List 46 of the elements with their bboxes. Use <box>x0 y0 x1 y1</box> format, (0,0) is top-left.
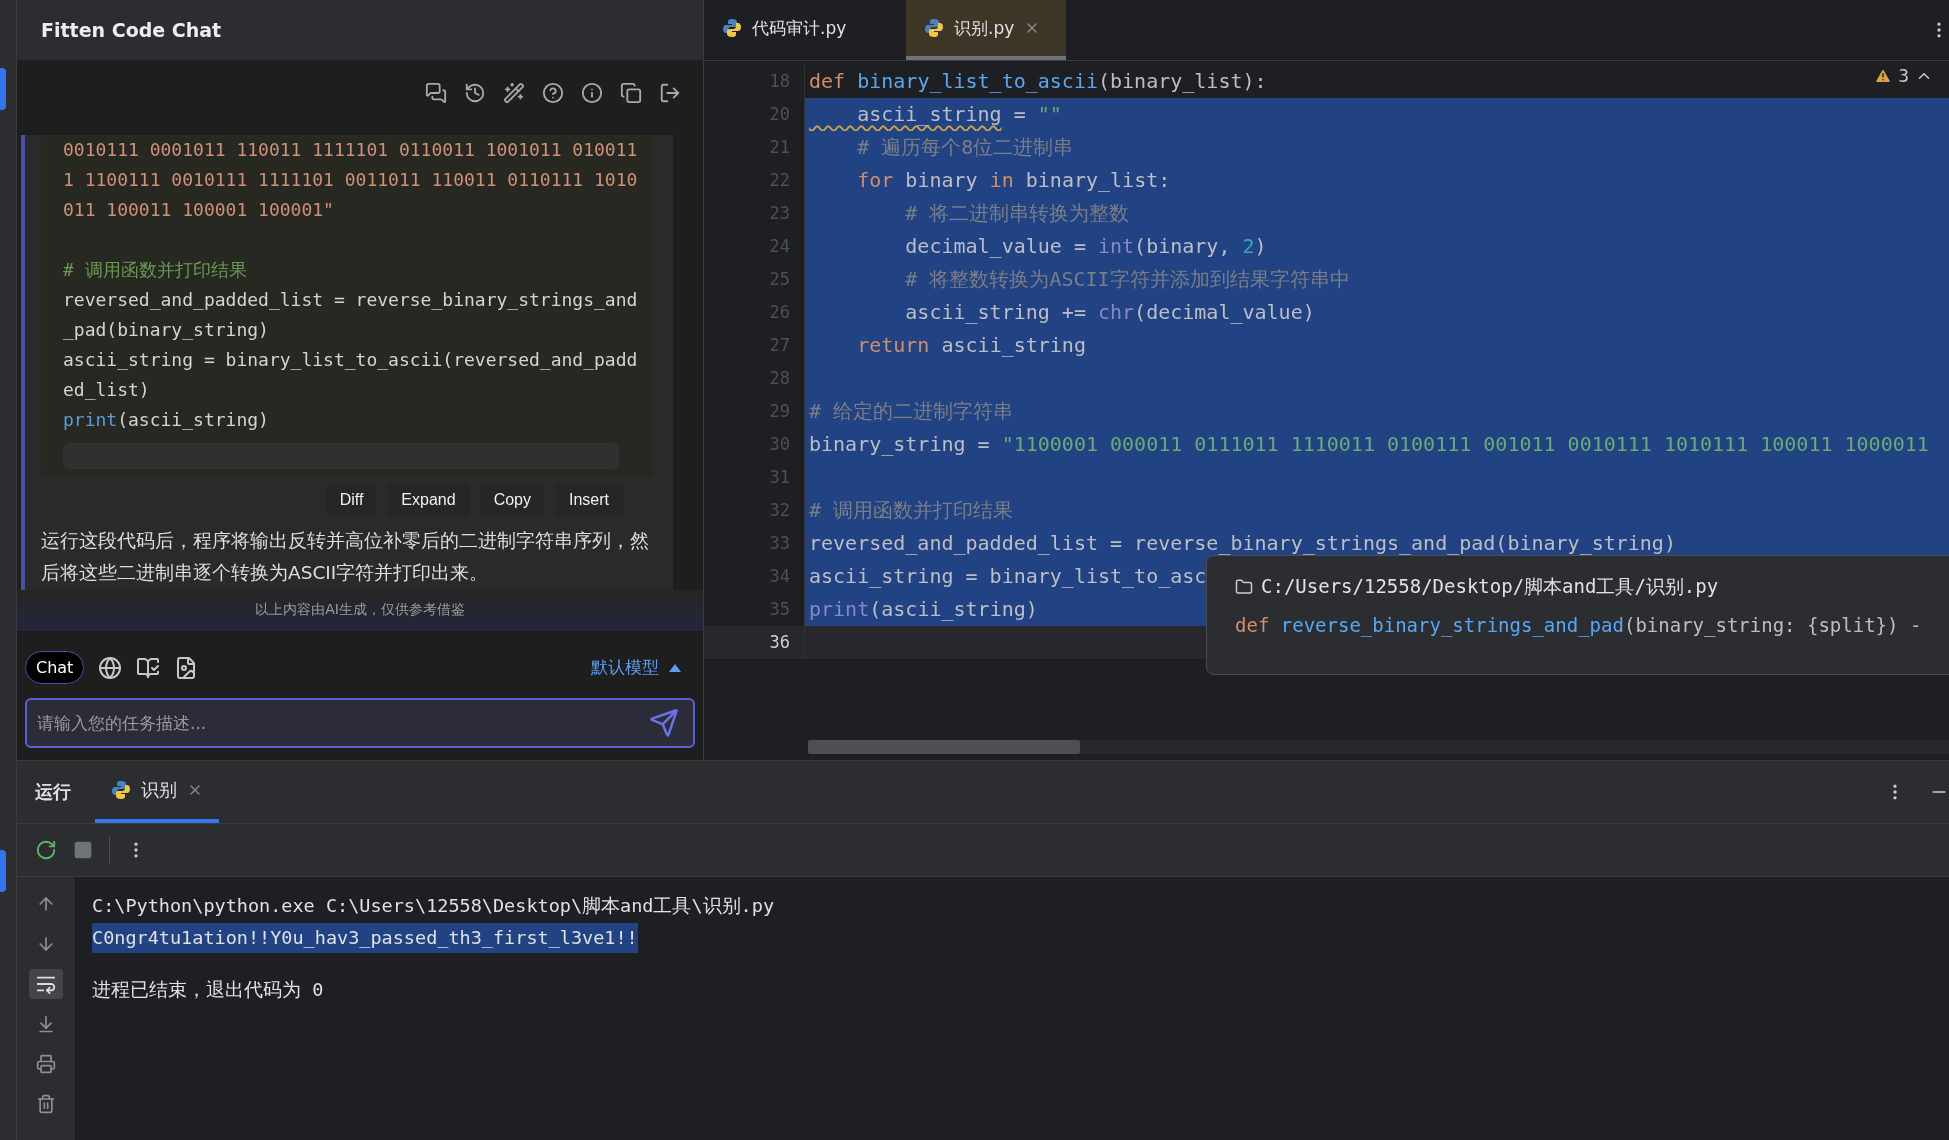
code-line: # 调用函数并打印结果 <box>63 258 248 282</box>
chat-icon[interactable] <box>425 81 447 104</box>
code-line: ascii_string = binary_list_to_ascii(reversed_and_padd <box>63 348 639 372</box>
message-input[interactable]: 请输入您的任务描述... <box>35 712 649 734</box>
action-button[interactable]: Copy <box>479 483 545 517</box>
code-line: print(ascii_string) <box>63 408 270 432</box>
editor-tab[interactable]: 识别.py <box>906 0 1066 60</box>
python-icon <box>111 780 131 800</box>
code-line: ed_list) <box>63 378 151 402</box>
command-line: C:\Python\python.exe C:\Users\12558\Desktop\脚本and工具\识别.py <box>92 894 775 918</box>
input-field[interactable]: 请输入您的任务描述... <box>25 698 695 748</box>
answer-text: 运行这段代码后，程序将输出反转并高位补零后的二进制字符串序列，然后将这些二进制串逐个转换为ASCII字符并打印出来。 <box>41 529 650 585</box>
rerun-icon[interactable] <box>35 839 57 861</box>
soft-wrap-icon[interactable] <box>29 969 63 999</box>
panel-title: Fitten Code Chat <box>41 19 222 41</box>
console-output: C0ngr4tu1ation!!Y0u_hav3_passed_th3_first_l3ve1!! <box>92 923 638 953</box>
action-button[interactable]: Diff <box>325 483 378 517</box>
triangle-up-icon[interactable] <box>669 663 681 672</box>
editor-tab[interactable]: 代码审计.py <box>704 0 906 60</box>
code-line: _pad(binary_string) <box>63 318 270 342</box>
book-icon[interactable] <box>136 655 161 680</box>
send-icon[interactable] <box>649 708 679 738</box>
action-button[interactable]: Expand <box>387 483 470 517</box>
folder-icon <box>1235 578 1253 596</box>
code-line: 0010111 0001011 110011 1111101 0110011 1001011 010011 <box>63 138 639 162</box>
python-icon <box>924 18 944 38</box>
mode-button[interactable]: Chat <box>25 651 85 684</box>
code-line: reversed_and_padded_list = reverse_binary_strings_and <box>63 288 639 312</box>
disclaimer-text: 以上内容由AI生成，仅供参考借鉴 <box>255 601 465 619</box>
history-icon[interactable] <box>464 81 486 104</box>
info-icon[interactable] <box>581 81 603 104</box>
model-selector[interactable]: 默认模型 <box>591 656 681 679</box>
panel-title: 运行 <box>35 780 71 804</box>
line-number: 36 <box>704 626 805 659</box>
help-icon[interactable] <box>542 81 564 104</box>
code-line: 1 1100111 0010111 1111101 0011011 110011 0110111 1010 <box>63 168 639 192</box>
python-icon <box>722 18 742 38</box>
stop-icon[interactable] <box>73 840 93 860</box>
copy-icon[interactable] <box>620 81 642 104</box>
magic-wand-icon[interactable] <box>503 81 525 104</box>
code-line: 011 100011 100001 100001" <box>63 198 335 222</box>
code-line: def binary_list_to_ascii(binary_list): <box>808 68 1267 95</box>
exit-icon[interactable] <box>659 81 681 104</box>
action-button[interactable]: Insert <box>555 483 623 517</box>
exit-message: 进程已结束，退出代码为 0 <box>92 978 324 1002</box>
globe-icon[interactable] <box>98 655 123 680</box>
